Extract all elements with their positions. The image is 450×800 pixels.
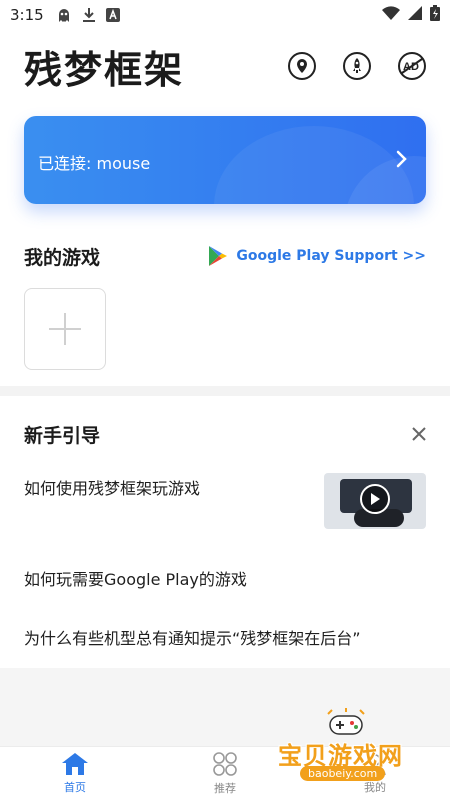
no-ads-icon: AD xyxy=(401,58,423,74)
location-button[interactable] xyxy=(288,52,316,80)
battery-icon xyxy=(430,5,440,25)
nav-item-home[interactable]: 首页 xyxy=(0,747,150,800)
status-bar: 3:15 xyxy=(0,0,450,30)
close-guide-button[interactable] xyxy=(412,427,426,441)
header-actions: AD xyxy=(288,52,426,80)
watermark: 宝贝游戏网 baobeiy.com xyxy=(272,708,422,792)
play-icon xyxy=(360,484,390,514)
signal-icon xyxy=(408,6,422,24)
location-pin-icon xyxy=(297,59,307,73)
add-game-button[interactable] xyxy=(24,288,106,370)
connection-card[interactable]: 已连接: mouse xyxy=(24,116,426,204)
my-games-title: 我的游戏 xyxy=(24,246,101,269)
nav-label-home: 首页 xyxy=(64,781,86,794)
guide-title: 新手引导 xyxy=(24,424,101,447)
app-title: 残梦框架 xyxy=(24,47,185,92)
download-icon xyxy=(82,7,96,23)
google-play-support-link[interactable]: Google Play Support >> xyxy=(208,245,426,267)
guide-item[interactable]: 如何玩需要Google Play的游戏 xyxy=(24,566,247,590)
close-icon xyxy=(412,427,426,441)
my-games-header: 我的游戏 Google Play Support >> xyxy=(24,238,426,274)
wifi-icon xyxy=(382,6,400,24)
rocket-button[interactable] xyxy=(343,52,371,80)
status-time: 3:15 xyxy=(10,6,44,24)
plus-icon xyxy=(49,313,81,345)
section-divider xyxy=(0,386,450,396)
gamepad-icon xyxy=(327,708,365,735)
google-play-icon xyxy=(209,246,228,266)
watermark-url: baobeiy.com xyxy=(300,766,386,781)
ghost-notification-icon xyxy=(56,7,72,23)
chevron-right-icon xyxy=(396,150,408,172)
connection-status-label: 已连接: mouse xyxy=(38,154,151,173)
remove-ads-button[interactable]: AD xyxy=(398,52,426,80)
guide-item[interactable]: 如何使用残梦框架玩游戏 xyxy=(24,475,200,499)
guide-item[interactable]: 为什么有些机型总有通知提示“残梦框架在后台” xyxy=(24,625,361,649)
video-thumbnail[interactable] xyxy=(324,473,426,529)
grid-icon xyxy=(213,752,237,776)
google-play-link-label: Google Play Support >> xyxy=(236,248,426,264)
a-box-icon xyxy=(105,8,120,22)
app-header: 残梦框架 AD xyxy=(0,36,450,96)
nav-label-recommend: 推荐 xyxy=(214,782,236,795)
guide-header: 新手引导 xyxy=(24,418,426,450)
rocket-icon xyxy=(353,58,361,73)
home-icon xyxy=(62,753,88,775)
